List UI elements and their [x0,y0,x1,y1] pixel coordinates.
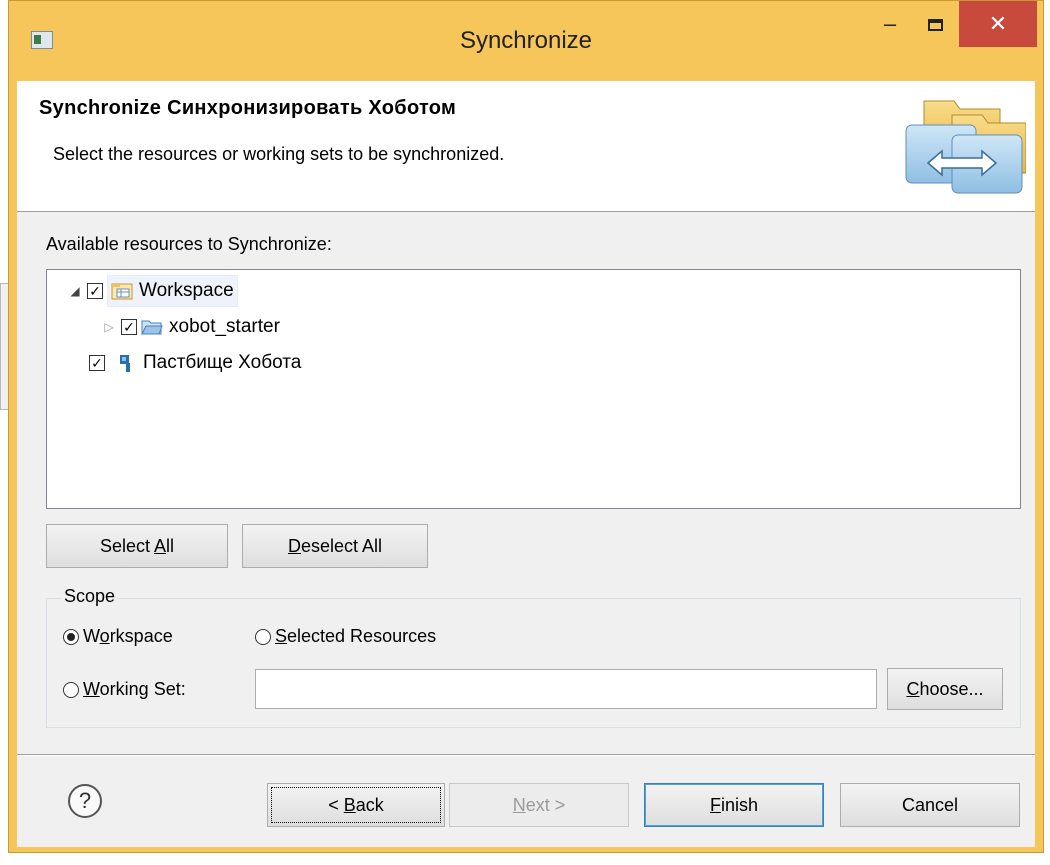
workspace-checkbox[interactable]: ✓ [87,283,103,299]
tree-item-xobot-starter[interactable]: ▷ ✓ xobot_starter [101,312,280,342]
button-label: hoose... [919,679,984,699]
button-label: ack [355,795,384,815]
tree-item-label: xobot_starter [169,316,280,337]
scope-workspace-radio[interactable]: Workspace [63,626,173,647]
finish-button[interactable]: Finish [644,783,824,827]
next-button[interactable]: Next > [449,783,629,827]
back-button[interactable]: < Back [267,783,445,827]
synchronize-folders-icon [905,100,1026,194]
title-bar[interactable]: Synchronize – ✕ [9,1,1043,81]
button-label: < [328,795,344,815]
radio-selected-icon [63,628,79,645]
workspace-icon [111,283,133,300]
button-label: Select [99,536,155,556]
resources-label: Available resources to Synchronize: [46,234,332,254]
scope-selected-resources-radio[interactable]: Selected Resources [255,626,436,647]
mnemonic: B [343,795,356,815]
radio-icon [63,681,79,698]
resources-tree[interactable]: ◢ ✓ Workspace ▷ ✓ xobot_starter ✓ Пастби… [46,269,1021,509]
page-description: Select the resources or working sets to … [53,144,505,164]
radio-label: Selected Resources [275,626,437,646]
repository-icon [120,355,130,372]
synchronize-dialog: Synchronize – ✕ Synchronize Синхронизиро… [8,0,1044,853]
page-title: Synchronize Синхронизировать Хоботом [39,97,457,119]
maximize-icon [927,19,943,32]
tree-item-label: Workspace [139,280,234,301]
button-label: ext > [525,795,566,815]
wizard-header: Synchronize Синхронизировать Хоботом Sel… [17,81,1035,212]
expand-arrow-icon[interactable]: ◢ [67,283,83,299]
scope-legend: Scope [62,586,118,607]
radio-icon [255,628,271,645]
radio-label: Workspace [83,626,173,646]
select-all-button[interactable]: Select All [46,524,228,568]
tree-item-workspace[interactable]: ◢ ✓ Workspace [67,275,238,307]
choose-button[interactable]: Choose... [887,668,1003,710]
mnemonic: F [709,795,721,815]
mnemonic: N [512,795,526,815]
button-label: eselect All [300,536,383,556]
tree-item-workspace-label-box[interactable]: Workspace [107,275,238,307]
button-label: inish [720,795,759,815]
button-label: ll [166,536,175,556]
cancel-button[interactable]: Cancel [840,783,1020,827]
mnemonic: A [154,536,167,556]
mnemonic: D [287,536,301,556]
help-icon[interactable]: ? [68,784,102,818]
folder-icon [141,320,163,335]
scope-working-set-radio[interactable]: Working Set: [63,679,186,700]
tree-item-label: Пастбище Хобота [143,352,302,373]
footer-separator [17,754,1035,756]
radio-label: Working Set: [83,679,186,699]
working-set-field[interactable] [255,669,877,709]
collapse-arrow-icon[interactable]: ▷ [101,319,117,335]
xobot-starter-checkbox[interactable]: ✓ [121,319,137,335]
mnemonic: C [906,679,920,699]
repository-checkbox[interactable]: ✓ [89,355,105,371]
dialog-client-area: Synchronize Синхронизировать Хоботом Sel… [17,81,1035,847]
close-button[interactable]: ✕ [959,1,1037,47]
close-icon: ✕ [988,11,1008,36]
maximize-button[interactable] [913,1,957,47]
tree-item-repository[interactable]: ✓ Пастбище Хобота [85,348,301,378]
deselect-all-button[interactable]: Deselect All [242,524,428,568]
minimize-icon: – [883,11,897,36]
minimize-button[interactable]: – [867,1,913,47]
